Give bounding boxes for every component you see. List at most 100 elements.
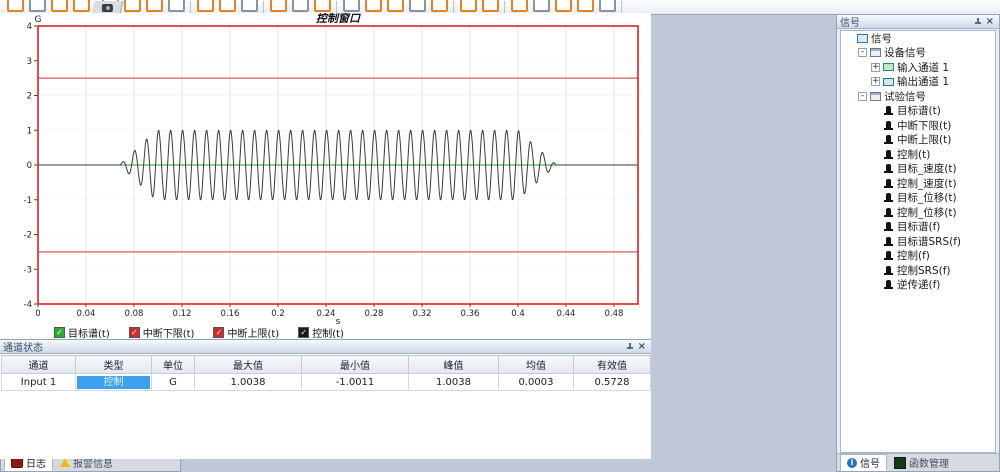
toolbar-button[interactable] bbox=[406, 0, 428, 14]
toolbar-button[interactable] bbox=[508, 0, 530, 14]
alarm-icon bbox=[60, 458, 70, 467]
pin-icon[interactable] bbox=[626, 342, 634, 352]
tree-item[interactable]: -设备信号 bbox=[841, 46, 995, 61]
tree-item[interactable]: 控制_位移(t) bbox=[841, 205, 995, 220]
legend-checkbox[interactable]: ✓ bbox=[129, 327, 140, 338]
toolbar-button[interactable] bbox=[362, 0, 384, 14]
toolbar-icon bbox=[343, 0, 360, 12]
tree-item[interactable]: 控制(f) bbox=[841, 249, 995, 264]
toolbar-button[interactable] bbox=[26, 0, 48, 14]
y-tick-label: -3 bbox=[24, 265, 32, 275]
x-tick-label: 0.36 bbox=[461, 309, 480, 319]
tree-item[interactable]: 中断下限(t) bbox=[841, 118, 995, 133]
column-header[interactable]: 峰值 bbox=[409, 356, 499, 374]
tree-item-label: 控制SRS(f) bbox=[897, 263, 951, 278]
toolbar-button[interactable] bbox=[530, 0, 552, 14]
toolbar-button[interactable] bbox=[165, 0, 187, 14]
camera-icon bbox=[102, 4, 113, 12]
signal-icon bbox=[886, 150, 891, 157]
toolbar-icon bbox=[431, 0, 448, 12]
y-tick-label: 3 bbox=[27, 57, 32, 67]
signal-icon bbox=[886, 135, 891, 142]
y-tick-label: 1 bbox=[27, 126, 32, 136]
signal-icon bbox=[886, 222, 891, 229]
column-header[interactable]: 均值 bbox=[499, 356, 574, 374]
toolbar-icon bbox=[409, 0, 426, 12]
tree-item[interactable]: 信号 bbox=[841, 31, 995, 46]
toolbar-button[interactable] bbox=[457, 0, 479, 14]
tree-item[interactable]: 目标_位移(t) bbox=[841, 191, 995, 206]
column-header[interactable]: 单位 bbox=[152, 356, 195, 374]
x-tick-label: 0 bbox=[35, 309, 40, 319]
legend-checkbox[interactable]: ✓ bbox=[298, 327, 309, 338]
toolbar-button[interactable] bbox=[194, 0, 216, 14]
table-row[interactable]: Input 1控制G1.0038-1.00111.00380.00030.572… bbox=[2, 374, 651, 391]
column-header[interactable]: 类型 bbox=[76, 356, 152, 374]
tree-item[interactable]: 目标_速度(t) bbox=[841, 162, 995, 177]
tree-expander[interactable]: + bbox=[871, 77, 880, 86]
y-tick-label: -1 bbox=[24, 196, 32, 206]
y-tick-label: -2 bbox=[24, 231, 32, 241]
tree-expander[interactable]: - bbox=[858, 92, 867, 101]
signal-tab-strip: 信号函数管理 bbox=[837, 453, 999, 471]
legend-checkbox[interactable]: ✓ bbox=[54, 327, 65, 338]
toolbar-button[interactable] bbox=[479, 0, 501, 14]
channel-status-title: 通道状态 bbox=[3, 339, 43, 354]
control-chart[interactable]: 00.040.080.120.160.20.240.280.320.360.40… bbox=[0, 13, 651, 339]
tree-item-label: 中断上限(t) bbox=[897, 132, 951, 147]
toolbar-button[interactable] bbox=[384, 0, 406, 14]
signal-icon bbox=[886, 164, 891, 171]
info-icon bbox=[847, 458, 857, 468]
toolbar-button[interactable] bbox=[340, 0, 362, 14]
close-icon[interactable]: × bbox=[638, 342, 646, 352]
signal-tree: 信号-设备信号+输入通道 1+输出通道 1-试验信号目标谱(t)中断下限(t)中… bbox=[840, 30, 996, 453]
toolbar-button[interactable] bbox=[143, 0, 165, 14]
toolbar-icon bbox=[314, 0, 331, 12]
toolbar-button[interactable] bbox=[552, 0, 574, 14]
column-header[interactable]: 有效值 bbox=[574, 356, 651, 374]
legend-checkbox[interactable]: ✓ bbox=[213, 327, 224, 338]
toolbar-icon bbox=[241, 0, 258, 12]
chart-title: 控制窗口 bbox=[316, 13, 361, 25]
tab-函数管理[interactable]: 函数管理 bbox=[887, 454, 956, 471]
x-tick-label: 0.08 bbox=[125, 309, 144, 319]
tree-item[interactable]: 目标谱(t) bbox=[841, 104, 995, 119]
tree-item[interactable]: 逆传递(f) bbox=[841, 278, 995, 293]
toolbar-button[interactable] bbox=[121, 0, 143, 14]
toolbar-button[interactable] bbox=[596, 0, 618, 14]
tree-item[interactable]: 目标谱SRS(f) bbox=[841, 234, 995, 249]
tree-item[interactable]: 控制SRS(f) bbox=[841, 263, 995, 278]
tree-item[interactable]: 控制(t) bbox=[841, 147, 995, 162]
column-header[interactable]: 通道 bbox=[2, 356, 76, 374]
toolbar-icon bbox=[482, 0, 499, 12]
tree-item[interactable]: 目标谱(f) bbox=[841, 220, 995, 235]
toolbar-button[interactable] bbox=[48, 0, 70, 14]
toolbar-button[interactable] bbox=[4, 0, 26, 14]
toolbar-button[interactable] bbox=[574, 0, 596, 14]
toolbar-button[interactable] bbox=[289, 0, 311, 14]
toolbar-button[interactable] bbox=[70, 0, 92, 14]
toolbar-icon bbox=[533, 0, 550, 12]
tree-item[interactable]: -试验信号 bbox=[841, 89, 995, 104]
tree-item-label: 控制(t) bbox=[897, 147, 930, 162]
folder-icon bbox=[857, 34, 868, 43]
tree-item[interactable]: +输出通道 1 bbox=[841, 75, 995, 90]
tab-信号[interactable]: 信号 bbox=[840, 454, 887, 471]
app-window: { "toolbar": {"groups": [4, 4, 3, 3, 5, … bbox=[0, 0, 1000, 472]
column-header[interactable]: 最小值 bbox=[302, 356, 409, 374]
pin-icon[interactable] bbox=[974, 17, 982, 27]
close-icon[interactable]: × bbox=[986, 17, 994, 27]
tree-expander[interactable]: + bbox=[871, 63, 880, 72]
toolbar-button[interactable] bbox=[267, 0, 289, 14]
column-header[interactable]: 最大值 bbox=[195, 356, 302, 374]
tree-item[interactable]: +输入通道 1 bbox=[841, 60, 995, 75]
toolbar-separator bbox=[453, 1, 454, 13]
tree-expander[interactable]: - bbox=[858, 48, 867, 57]
legend-label: 中断上限(t) bbox=[227, 325, 279, 340]
toolbar-button[interactable] bbox=[216, 0, 238, 14]
toolbar-button[interactable] bbox=[238, 0, 260, 14]
tree-item[interactable]: 中断上限(t) bbox=[841, 133, 995, 148]
toolbar-button[interactable] bbox=[428, 0, 450, 14]
tree-item[interactable]: 控制_速度(t) bbox=[841, 176, 995, 191]
toolbar-button[interactable] bbox=[311, 0, 333, 14]
